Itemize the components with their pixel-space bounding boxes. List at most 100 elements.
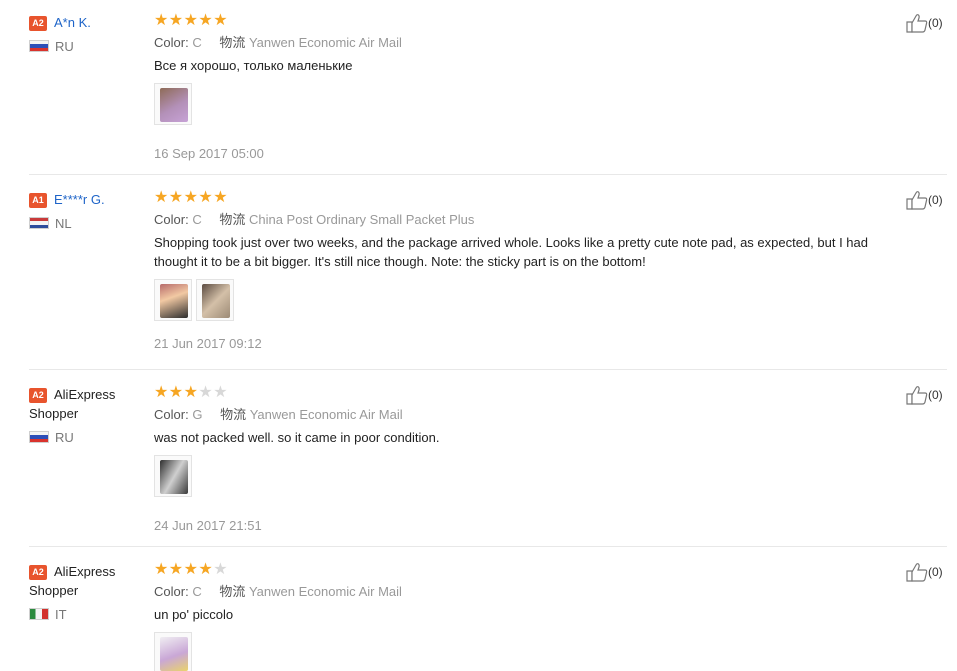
reviewer-info: A2 A*n K. RU xyxy=(29,13,149,55)
logistics-value: Yanwen Economic Air Mail xyxy=(249,407,403,422)
color-value: C xyxy=(192,212,202,227)
star-filled-icon: ★ xyxy=(198,12,213,29)
review-content: ★★★★★ Color: C 物流 Yanwen Economic Air Ma… xyxy=(154,562,904,671)
divider xyxy=(29,174,947,175)
reviewer-country: RU xyxy=(29,430,149,446)
helpful-vote[interactable]: (0) xyxy=(906,13,943,33)
star-empty-icon: ★ xyxy=(213,384,228,401)
review-photo-thumbnail[interactable] xyxy=(154,279,192,321)
review-photo-thumbnail[interactable] xyxy=(196,279,234,321)
buyer-level-badge: A2 xyxy=(29,388,47,403)
star-empty-icon: ★ xyxy=(213,561,228,578)
review-photos xyxy=(154,632,904,671)
review-attributes: Color: C 物流 Yanwen Economic Air Mail xyxy=(154,34,904,51)
color-label: Color: xyxy=(154,407,189,422)
review-photo-thumbnail[interactable] xyxy=(154,632,192,671)
color-value: G xyxy=(192,407,203,422)
flag-icon xyxy=(29,217,49,229)
flag-icon xyxy=(29,40,49,52)
country-code: RU xyxy=(55,39,74,54)
star-filled-icon: ★ xyxy=(154,12,169,29)
star-filled-icon: ★ xyxy=(213,12,228,29)
country-code: RU xyxy=(55,430,74,445)
review-text: Shopping took just over two weeks, and t… xyxy=(154,235,868,269)
divider xyxy=(29,546,947,547)
star-filled-icon: ★ xyxy=(168,189,184,206)
review-content: ★★★★★ Color: G 物流 Yanwen Economic Air Ma… xyxy=(154,385,904,534)
buyer-level-badge: A2 xyxy=(29,565,47,580)
star-filled-icon: ★ xyxy=(183,189,198,206)
logistics-label: 物流 xyxy=(219,35,246,50)
star-rating: ★★★★★ xyxy=(154,562,904,578)
reviewer-name[interactable]: E****r G. xyxy=(54,192,105,207)
flag-icon xyxy=(29,608,49,620)
reviewer-info: A2 AliExpress Shopper IT xyxy=(29,562,149,623)
helpful-count: (0) xyxy=(928,565,943,579)
review-photo-thumbnail[interactable] xyxy=(154,455,192,497)
review-photos xyxy=(154,279,904,323)
thumbs-up-icon[interactable] xyxy=(906,385,928,405)
reviewer-info: A1 E****r G. NL xyxy=(29,190,149,232)
thumbs-up-icon[interactable] xyxy=(906,562,928,582)
review-date: 21 Jun 2017 09:12 xyxy=(154,336,262,351)
star-filled-icon: ★ xyxy=(168,384,184,401)
buyer-level-badge: A1 xyxy=(29,193,47,208)
review-attributes: Color: C 物流 Yanwen Economic Air Mail xyxy=(154,583,904,600)
review-attributes: Color: C 物流 China Post Ordinary Small Pa… xyxy=(154,211,904,228)
color-label: Color: xyxy=(154,584,189,599)
star-filled-icon: ★ xyxy=(183,12,198,29)
star-filled-icon: ★ xyxy=(168,12,184,29)
logistics-label: 物流 xyxy=(219,212,246,227)
star-filled-icon: ★ xyxy=(198,561,213,578)
star-rating: ★★★★★ xyxy=(154,13,904,29)
review-attributes: Color: G 物流 Yanwen Economic Air Mail xyxy=(154,406,904,423)
review-list: A2 A*n K. RU ★★★★★ Color: C 物流 Yanwen Eco… xyxy=(0,0,957,671)
color-value: C xyxy=(192,35,202,50)
helpful-vote[interactable]: (0) xyxy=(906,190,943,210)
star-filled-icon: ★ xyxy=(213,189,228,206)
thumbs-up-icon[interactable] xyxy=(906,190,928,210)
country-code: IT xyxy=(55,607,67,622)
star-filled-icon: ★ xyxy=(168,561,184,578)
star-filled-icon: ★ xyxy=(183,561,198,578)
helpful-vote[interactable]: (0) xyxy=(906,385,943,405)
star-rating: ★★★★★ xyxy=(154,385,904,401)
star-filled-icon: ★ xyxy=(198,189,213,206)
star-empty-icon: ★ xyxy=(198,384,213,401)
logistics-value: China Post Ordinary Small Packet Plus xyxy=(248,212,475,227)
review-photos xyxy=(154,83,904,127)
reviewer-name[interactable]: A*n K. xyxy=(54,15,91,30)
star-rating: ★★★★★ xyxy=(154,190,904,206)
helpful-count: (0) xyxy=(928,388,943,402)
color-value: C xyxy=(192,584,202,599)
star-filled-icon: ★ xyxy=(154,561,169,578)
review-text: Все я хорошо, только маленькие xyxy=(154,58,353,73)
color-label: Color: xyxy=(154,212,189,227)
star-filled-icon: ★ xyxy=(154,384,169,401)
reviewer-info: A2 AliExpress Shopper RU xyxy=(29,385,149,446)
divider xyxy=(29,369,947,370)
reviewer-country: NL xyxy=(29,216,149,232)
helpful-count: (0) xyxy=(928,193,943,207)
helpful-count: (0) xyxy=(928,16,943,30)
reviewer-country: RU xyxy=(29,39,149,55)
review-photos xyxy=(154,455,904,499)
logistics-value: Yanwen Economic Air Mail xyxy=(248,35,402,50)
star-filled-icon: ★ xyxy=(183,384,198,401)
star-filled-icon: ★ xyxy=(154,189,169,206)
flag-icon xyxy=(29,431,49,443)
review-date: 16 Sep 2017 05:00 xyxy=(154,146,264,161)
buyer-level-badge: A2 xyxy=(29,16,47,31)
thumbs-up-icon[interactable] xyxy=(906,13,928,33)
review-text: un po' piccolo xyxy=(154,607,234,622)
helpful-vote[interactable]: (0) xyxy=(906,562,943,582)
reviewer-country: IT xyxy=(29,607,149,623)
review-photo-thumbnail[interactable] xyxy=(154,83,192,125)
color-label: Color: xyxy=(154,35,189,50)
logistics-value: Yanwen Economic Air Mail xyxy=(248,584,402,599)
review-text: was not packed well. so it came in poor … xyxy=(154,430,440,445)
review-content: ★★★★★ Color: C 物流 Yanwen Economic Air Ma… xyxy=(154,13,904,162)
review-content: ★★★★★ Color: C 物流 China Post Ordinary Sm… xyxy=(154,190,904,352)
logistics-label: 物流 xyxy=(219,584,246,599)
logistics-label: 物流 xyxy=(220,407,247,422)
